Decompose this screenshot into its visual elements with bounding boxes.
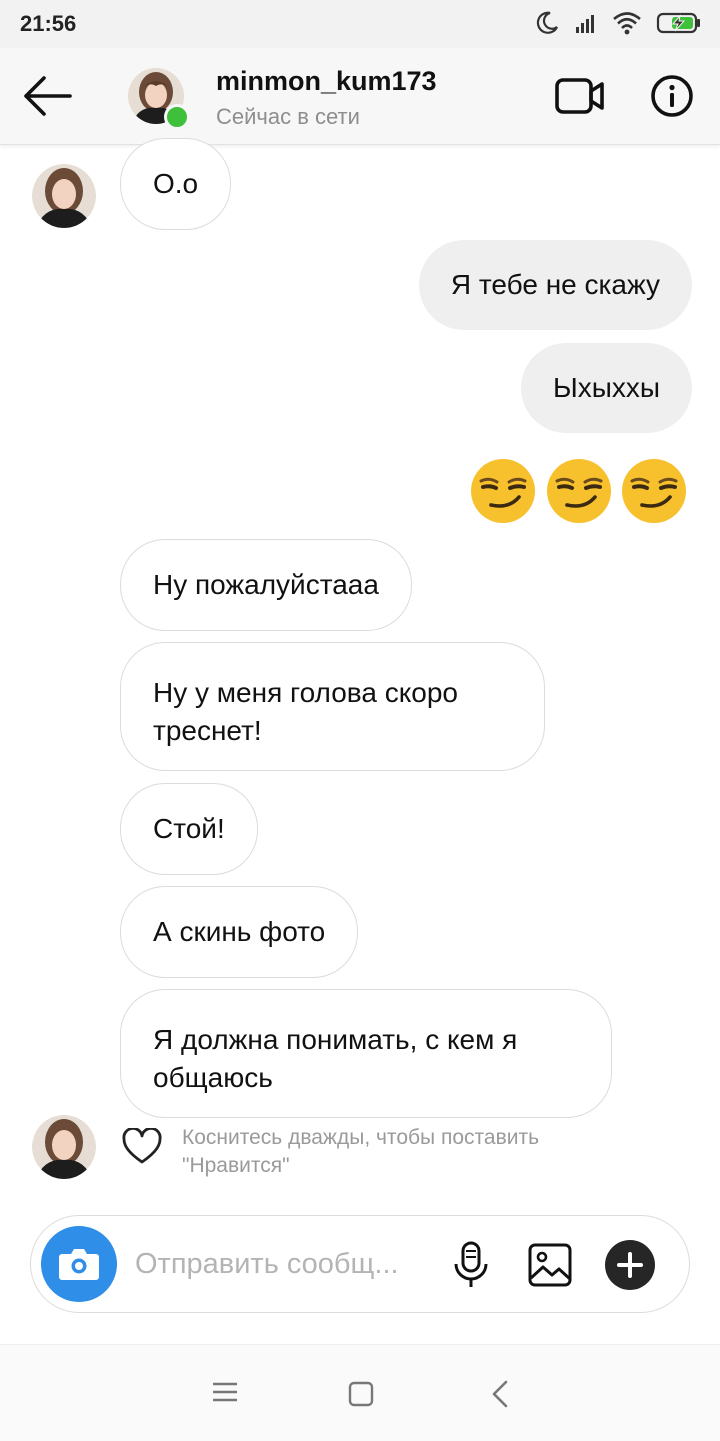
message-bubble-outgoing[interactable]: Я тебе не скажу [418,240,692,330]
status-icons [534,10,702,36]
chat-header: minmon_kum173 Сейчас в сети [0,48,720,145]
smirking-face-emoji [622,459,686,523]
battery-charging-icon [656,12,700,34]
status-bar: 21:56 [0,0,720,48]
smirking-face-emoji [471,459,535,523]
double-tap-like-hint: Коснитесь дважды, чтобы поставить "Нрави… [182,1126,540,1177]
menu-icon[interactable] [212,1381,238,1403]
add-content-button[interactable] [605,1240,655,1290]
camera-icon [59,1249,99,1280]
message-bubble-incoming[interactable]: O.o [120,138,232,230]
signal-icon [576,15,594,33]
online-indicator [164,104,190,130]
message-bubble-incoming[interactable]: А скинь фото [120,886,359,978]
status-time: 21:56 [20,11,77,36]
chat-username[interactable]: minmon_kum173 [216,66,437,97]
avatar[interactable] [32,164,96,228]
info-icon[interactable] [650,74,694,118]
message-input[interactable] [135,1242,425,1286]
message-bubble-incoming[interactable]: Я должна понимать, с кем я общаюсь [120,989,612,1118]
video-call-icon[interactable] [554,74,606,118]
gallery-icon[interactable] [527,1242,573,1288]
nav-back-icon[interactable] [490,1379,510,1409]
wifi-icon [613,12,641,35]
plus-icon [617,1252,643,1278]
message-bubble-outgoing[interactable]: Ыхыххы [520,343,692,433]
system-nav-bar [0,1344,720,1441]
microphone-icon[interactable] [451,1240,491,1290]
heart-icon[interactable] [122,1128,162,1166]
message-bubble-incoming[interactable]: Ну пожалуйстааа [120,539,412,631]
moon-icon [536,11,558,34]
camera-button[interactable] [41,1226,117,1302]
avatar[interactable] [32,1115,96,1179]
back-arrow-icon[interactable] [20,73,74,119]
smirking-face-emoji [547,459,611,523]
online-status: Сейчас в сети [216,104,360,129]
message-composer [30,1215,690,1313]
message-bubble-incoming[interactable]: Ну у меня голова скоро треснет! [120,642,545,771]
message-bubble-incoming[interactable]: Стой! [120,783,258,875]
home-icon[interactable] [348,1381,374,1407]
